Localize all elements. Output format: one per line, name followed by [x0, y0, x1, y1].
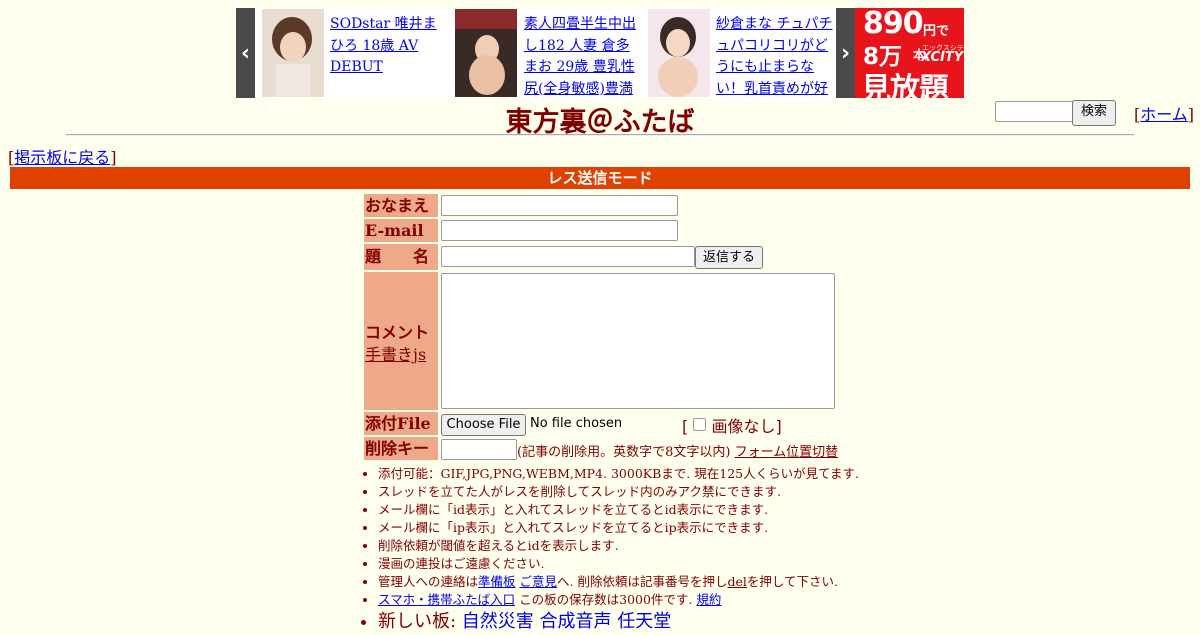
delete-key-note: (記事の削除用。英数字で8文字以内)	[517, 445, 731, 460]
board-notes: 添付可能：GIF,JPG,PNG,WEBM,MP4. 3000KBまで. 現在1…	[360, 465, 859, 635]
back-to-board-link[interactable]: 掲示板に戻る	[14, 148, 110, 167]
subject-field[interactable]	[441, 246, 695, 267]
board-link-voice-synth[interactable]: 合成音声	[540, 611, 612, 632]
choose-file-button[interactable]: Choose File	[441, 414, 526, 436]
subject-label: 題 名	[364, 244, 438, 270]
no-file-text: No file chosen	[530, 416, 623, 431]
mobile-entrance-link[interactable]: スマホ・携帯ふたば入口	[378, 592, 515, 607]
ad-thumbnail-1[interactable]	[262, 9, 324, 97]
promo-price-unit: 円で	[923, 24, 950, 39]
reply-mode-bar: レス送信モード	[10, 167, 1190, 189]
comment-label-cell: コメント 手書きjs	[364, 272, 438, 410]
ad-promo-xcity[interactable]: 890 円で 8万 本 エックスシティ XCITY 見放題	[855, 8, 964, 98]
list-item: メール欄に「ip表示」と入れてスレッドを立てるとip表示にできます.	[378, 519, 859, 537]
ad-prev-button[interactable]: ‹	[236, 8, 255, 98]
ad-banner: ‹ SODstar 唯井まひろ 18歳 AV DEBUT 素人四畳半生中出し18…	[236, 8, 964, 98]
email-field[interactable]	[441, 220, 678, 241]
home-link-wrapper: [ホーム]	[1134, 105, 1195, 124]
list-item: 漫画の連投はご遠慮ください.	[378, 555, 859, 573]
promo-brand: XCITY	[921, 50, 964, 65]
feedback-link[interactable]: ご意見	[520, 574, 558, 589]
ad-thumbnail-2[interactable]	[455, 9, 517, 97]
email-label: E-mail	[364, 219, 438, 242]
divider	[66, 134, 1134, 136]
delete-key-field[interactable]	[441, 439, 517, 460]
list-item: スレッドを立てた人がレスを削除してスレッド内のみアク禁にできます.	[378, 483, 859, 501]
search-button[interactable]: 検索	[1072, 100, 1116, 126]
ad-image-1	[262, 9, 324, 97]
delete-key-label: 削除キー	[364, 437, 438, 460]
ad-link-3[interactable]: 紗倉まな チュパチュパコリコリがどうにも止まらない！乳首責めが好	[716, 14, 834, 98]
ad-image-3	[648, 9, 710, 97]
promo-cta: 見放題	[861, 72, 949, 98]
ad-link-2[interactable]: 素人四畳半生中出し182 人妻 倉多まお 29歳 豊乳性尻(全身敏感)豊満な	[524, 14, 642, 98]
file-label: 添付File	[364, 412, 438, 435]
terms-link[interactable]: 規約	[696, 592, 721, 607]
board-link-nintendo[interactable]: 任天堂	[617, 611, 671, 632]
chevron-left-icon: ‹	[240, 40, 251, 66]
list-item: 添付可能：GIF,JPG,PNG,WEBM,MP4. 3000KBまで. 現在1…	[378, 465, 859, 483]
list-item: 新しい板: 自然災害 合成音声 任天堂	[378, 609, 859, 635]
name-field[interactable]	[441, 195, 678, 216]
search-input[interactable]	[995, 101, 1074, 122]
prep-board-link[interactable]: 準備板	[478, 574, 516, 589]
ad-link-1[interactable]: SODstar 唯井まひろ 18歳 AV DEBUT	[330, 14, 450, 98]
home-link[interactable]: ホーム	[1140, 105, 1188, 124]
back-link-wrapper: [掲示板に戻る]	[8, 148, 117, 167]
del-link[interactable]: del	[727, 574, 746, 589]
ad-next-button[interactable]: ›	[836, 8, 855, 98]
chevron-right-icon: ›	[840, 40, 851, 66]
handwriting-link[interactable]: 手書きjs	[365, 341, 426, 365]
board-link-disaster[interactable]: 自然災害	[462, 611, 534, 632]
comment-textarea[interactable]	[441, 273, 835, 409]
comment-label: コメント	[365, 323, 430, 342]
name-label: おなまえ	[364, 194, 438, 217]
list-item: 管理人への連絡は準備板 ご意見へ. 削除依頼は記事番号を押しdelを押して下さい…	[378, 573, 859, 591]
ad-thumbnail-3[interactable]	[648, 9, 710, 97]
delete-key-note-wrapper: (記事の削除用。英数字で8文字以内) フォーム位置切替	[517, 441, 838, 460]
no-image-option: [ 画像なし]	[682, 417, 782, 436]
list-item: メール欄に「id表示」と入れてスレッドを立てるとid表示にできます.	[378, 501, 859, 519]
no-image-checkbox[interactable]	[693, 418, 707, 431]
ad-image-2	[455, 9, 517, 97]
list-item: 削除依頼が閾値を超えるとidを表示します.	[378, 537, 859, 555]
list-item: スマホ・携帯ふたば入口 この板の保存数は3000件です. 規約	[378, 591, 859, 609]
submit-reply-button[interactable]: 返信する	[695, 246, 763, 269]
form-position-toggle-link[interactable]: フォーム位置切替	[735, 445, 839, 460]
